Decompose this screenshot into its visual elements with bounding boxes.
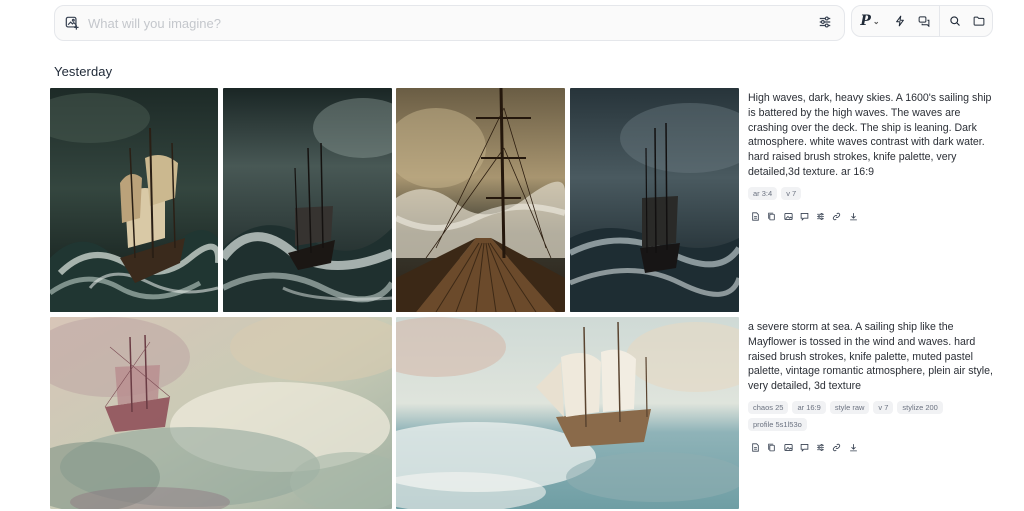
settings-sliders-icon[interactable]: [818, 15, 834, 31]
add-image-icon[interactable]: [65, 16, 79, 30]
download-button[interactable]: [849, 441, 865, 453]
image-thumbnail[interactable]: [50, 317, 392, 509]
link-icon: [833, 443, 841, 451]
parameter-tag[interactable]: stylize 200: [897, 401, 943, 414]
settings-button[interactable]: [816, 210, 832, 222]
personalize-icon: P: [860, 13, 871, 29]
comment-button[interactable]: [800, 441, 816, 453]
prompt-input[interactable]: [88, 15, 812, 31]
settings-icon: [817, 212, 825, 220]
toolbar: P ⌄: [851, 5, 993, 37]
parameter-tag[interactable]: v 7: [781, 187, 802, 200]
prompt-bar: [54, 5, 845, 41]
search-button[interactable]: [943, 6, 967, 36]
download-icon: [849, 443, 857, 451]
comment-icon: [800, 443, 809, 452]
ship-painting-image: [396, 88, 565, 312]
job-parameters: ar 3:4 v 7: [748, 187, 998, 200]
use-image-icon: [784, 443, 793, 451]
image-thumbnail[interactable]: [396, 88, 565, 312]
use-prompt-icon: [752, 442, 759, 452]
toolbar-divider: [939, 6, 940, 36]
comment-icon: [800, 212, 809, 221]
copy-button[interactable]: [767, 441, 783, 453]
folder-button[interactable]: [967, 6, 991, 36]
use-prompt-icon: [752, 211, 759, 221]
job-actions: [751, 210, 865, 222]
image-thumbnail[interactable]: [223, 88, 392, 312]
image-thumbnail[interactable]: [396, 317, 739, 509]
link-button[interactable]: [832, 441, 848, 453]
search-icon: [950, 16, 960, 26]
parameter-tag[interactable]: profile 5s1l53o: [748, 418, 807, 431]
parameter-tag[interactable]: chaos 25: [748, 401, 789, 414]
section-title: Yesterday: [54, 64, 113, 79]
folder-icon: [973, 16, 985, 26]
image-thumbnail[interactable]: [50, 88, 218, 312]
use-image-icon: [784, 212, 793, 220]
job-prompt-text: High waves, dark, heavy skies. A 1600's …: [748, 92, 992, 178]
download-button[interactable]: [849, 210, 865, 222]
copy-button[interactable]: [767, 210, 783, 222]
lightning-button[interactable]: [888, 6, 912, 36]
ship-painting-image: [50, 317, 392, 509]
link-icon: [833, 212, 841, 220]
use-image-button[interactable]: [784, 210, 800, 222]
ship-painting-image: [570, 88, 739, 312]
parameter-tag[interactable]: ar 16:9: [792, 401, 826, 414]
lightning-icon: [896, 15, 904, 27]
job-prompt-text: a severe storm at sea. A sailing ship li…: [748, 321, 993, 393]
ship-painting-image: [50, 88, 218, 312]
link-button[interactable]: [832, 210, 848, 222]
personalize-button[interactable]: P ⌄: [852, 6, 888, 36]
chevron-down-icon: ⌄: [872, 16, 880, 26]
chat-icon: [918, 16, 930, 27]
use-prompt-button[interactable]: [751, 210, 767, 222]
use-image-button[interactable]: [784, 441, 800, 453]
settings-icon: [817, 443, 825, 451]
parameter-tag[interactable]: v 7: [873, 401, 894, 414]
use-prompt-button[interactable]: [751, 441, 767, 453]
job-actions: [751, 441, 865, 453]
parameter-tag[interactable]: style raw: [829, 401, 870, 414]
chat-button[interactable]: [912, 6, 936, 36]
image-thumbnail[interactable]: [570, 88, 739, 312]
ship-painting-image: [396, 317, 739, 509]
ship-painting-image: [223, 88, 392, 312]
copy-icon: [768, 443, 776, 451]
job-parameters: chaos 25 ar 16:9 style raw v 7 stylize 2…: [748, 401, 998, 431]
parameter-tag[interactable]: ar 3:4: [748, 187, 778, 200]
copy-icon: [768, 212, 776, 220]
settings-button[interactable]: [816, 441, 832, 453]
download-icon: [849, 212, 857, 220]
comment-button[interactable]: [800, 210, 816, 222]
